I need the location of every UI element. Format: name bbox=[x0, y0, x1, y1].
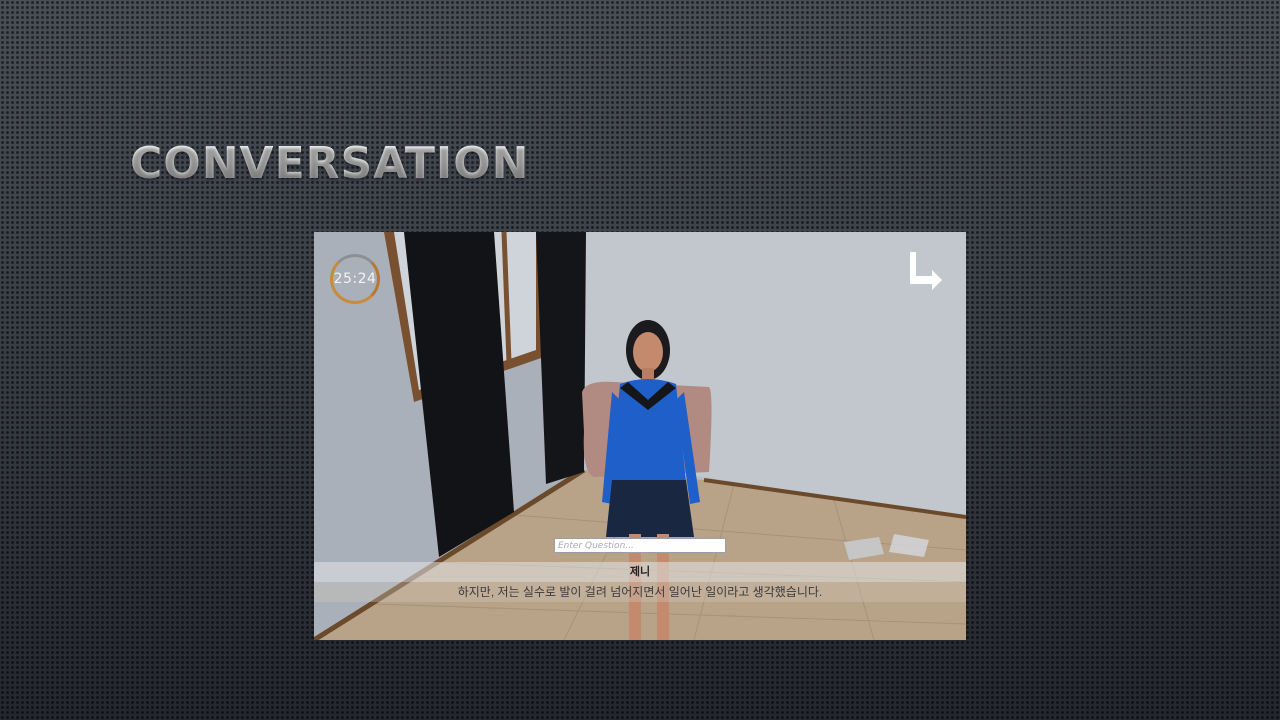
question-input[interactable] bbox=[554, 538, 726, 553]
character-skirt bbox=[606, 480, 694, 537]
speaker-name: 제니 bbox=[314, 562, 966, 582]
exit-arrow-icon[interactable] bbox=[908, 250, 946, 292]
character-face bbox=[633, 332, 663, 372]
game-viewport[interactable]: 25:24 제니 하지만, 저는 실수로 발이 걸려 넘어지면서 일어난 일이라… bbox=[314, 232, 966, 640]
dialogue-subtitle: 하지만, 저는 실수로 발이 걸려 넘어지면서 일어난 일이라고 생각했습니다. bbox=[314, 582, 966, 602]
countdown-timer: 25:24 bbox=[330, 254, 380, 304]
slide-title: CONVERSATION bbox=[130, 138, 530, 189]
character-top bbox=[610, 379, 686, 486]
